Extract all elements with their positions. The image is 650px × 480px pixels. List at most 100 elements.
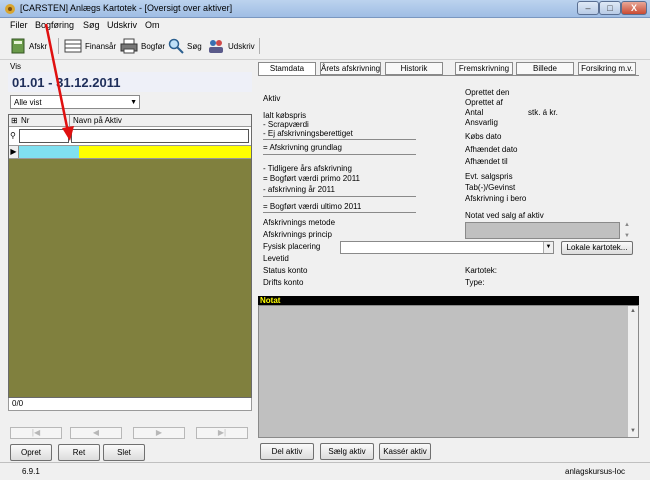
scroll-down-icon[interactable]: ▼ [624, 233, 630, 239]
divider [263, 139, 416, 140]
calculator-icon [11, 38, 25, 54]
label-afskr-metode: Afskrivnings metode [263, 218, 336, 227]
notat-salg-field[interactable] [465, 222, 620, 239]
close-button[interactable]: X [621, 1, 647, 15]
soeg-button[interactable]: Søg [168, 37, 202, 55]
chevron-down-icon: ▼ [130, 99, 137, 106]
label-afskr-bero: Afskrivning i bero [465, 194, 527, 203]
label-ej-afskr: - Ej afskrivningsberettiget [263, 129, 353, 138]
people-icon [209, 40, 223, 53]
label-afhaendet-dato: Afhændet dato [465, 145, 518, 154]
fysisk-placering-dropdown[interactable] [340, 241, 554, 254]
opret-button[interactable]: Opret [10, 444, 52, 461]
label-bogfort-ultimo: = Bogført værdi ultimo 2011 [263, 202, 362, 211]
udskriv-button[interactable]: Udskriv [207, 37, 255, 55]
notat-header: Notat [258, 296, 639, 305]
menu-om[interactable]: Om [145, 20, 160, 30]
bogfor-label: Bogfør [141, 41, 166, 51]
label-afhaendet-til: Afhændet til [465, 157, 508, 166]
label-oprettet-af: Oprettet af [465, 98, 503, 107]
label-tidl-afskr: - Tidligere års afskrivning [263, 164, 352, 173]
scroll-up-icon[interactable]: ▲ [630, 308, 636, 314]
soeg-label: Søg [187, 41, 202, 51]
asset-grid[interactable]: ⊞ Nr Navn på Aktiv ⚲ ▶ [8, 114, 252, 398]
tab-forsikring[interactable]: Forsikring m.v. [578, 62, 636, 75]
tab-historik[interactable]: Historik [385, 62, 443, 75]
title-bar: [CARSTEN] Anlægs Kartotek - [Oversigt ov… [0, 0, 650, 18]
nav-last-button[interactable]: ▶| [196, 427, 248, 439]
filter-value: Alle vist [14, 98, 42, 107]
label-stk: stk. á kr. [528, 108, 558, 117]
filter-input-navn[interactable] [71, 129, 249, 143]
maximize-button[interactable]: □ [599, 1, 621, 15]
label-bogfort-primo: = Bogført værdi primo 2011 [263, 174, 361, 183]
menu-filer[interactable]: Filer [10, 20, 28, 30]
version-text: 6.9.1 [22, 467, 40, 476]
divider [263, 196, 416, 197]
bogfor-button[interactable]: Bogfør [120, 37, 165, 55]
status-bar: 6.9.1 anlagskursus-loc [0, 462, 650, 480]
tab-stamdata[interactable]: Stamdata [258, 62, 316, 76]
slet-button[interactable]: Slet [103, 444, 145, 461]
search-icon [168, 38, 184, 54]
label-kobspris: Ialt købspris [263, 111, 307, 120]
finansaar-label: Finansår [85, 41, 117, 51]
tab-fremskrivning[interactable]: Fremskrivning [455, 62, 513, 75]
chevron-down-icon[interactable]: ▼ [543, 242, 553, 253]
minimize-button[interactable]: – [577, 1, 599, 15]
window-title: [CARSTEN] Anlægs Kartotek - [Oversigt ov… [20, 3, 233, 13]
table-row[interactable]: ▶ [9, 146, 251, 159]
label-kartotek: Kartotek: [465, 266, 498, 275]
label-type: Type: [465, 278, 485, 287]
lokale-kartotek-button[interactable]: Lokale kartotek... [561, 241, 633, 255]
app-icon [5, 4, 15, 14]
label-aktiv: Aktiv [263, 94, 281, 103]
grid-corner-icon: ⊞ [11, 116, 18, 125]
notat-scrollbar[interactable]: ▲ ▼ [628, 306, 638, 437]
ret-button[interactable]: Ret [58, 444, 100, 461]
scroll-down-icon[interactable]: ▼ [630, 428, 636, 434]
label-oprettet-den: Oprettet den [465, 88, 510, 97]
cell-navn[interactable] [79, 146, 251, 158]
label-scrapvaerdi: - Scrapværdi [263, 120, 309, 129]
label-fysisk: Fysisk placering [263, 242, 321, 251]
divider [263, 154, 416, 155]
label-salgspris: Evt. salgspris [465, 172, 513, 181]
column-header-nr[interactable]: Nr [21, 116, 29, 125]
divider [263, 212, 416, 213]
saelg-aktiv-button[interactable]: Sælg aktiv [320, 443, 374, 460]
cell-nr[interactable] [19, 146, 79, 158]
menu-bar: Filer Bogføring Søg Udskriv Om [0, 18, 650, 33]
kasser-aktiv-button[interactable]: Kassér aktiv [379, 443, 431, 460]
label-tab-gevinst: Tab(-)/Gevinst [465, 183, 516, 192]
label-antal: Antal [465, 108, 484, 117]
label-ansvarlig: Ansvarlig [465, 118, 498, 127]
label-drifts-konto: Drifts konto [263, 278, 304, 287]
label-afskr-aar: - afskrivning år 2011 [263, 185, 335, 194]
stamdata-panel [258, 75, 639, 293]
nav-prev-button[interactable]: ◀ [70, 427, 122, 439]
toolbar-separator [259, 38, 260, 54]
menu-udskriv[interactable]: Udskriv [107, 20, 137, 30]
del-aktiv-button[interactable]: Del aktiv [260, 443, 314, 460]
label-afskr-grundlag: = Afskrivning grundlag [263, 143, 342, 152]
database-text: anlagskursus-loc [565, 467, 626, 476]
label-kobs-dato: Købs dato [465, 132, 502, 141]
nav-next-button[interactable]: ▶ [133, 427, 185, 439]
nav-first-button[interactable]: |◀ [10, 427, 62, 439]
row-selector-icon: ▶ [9, 146, 19, 158]
notat-textarea[interactable] [258, 305, 639, 438]
label-notat-salg: Notat ved salg af aktiv [465, 211, 544, 220]
toolbar: Afskr Finansår Bogfør Søg Udskriv [0, 33, 650, 60]
label-status-konto: Status konto [263, 266, 308, 275]
column-header-navn[interactable]: Navn på Aktiv [73, 116, 122, 125]
label-afskr-princip: Afskrivnings princip [263, 230, 332, 239]
tab-aarets-afskrivning[interactable]: Årets afskrivning [320, 62, 381, 75]
tab-billede[interactable]: Billede [516, 62, 574, 75]
binoculars-icon: ⚲ [10, 131, 16, 140]
annotation-arrow-icon [44, 23, 74, 141]
menu-soeg[interactable]: Søg [83, 20, 100, 30]
vis-label: Vis [10, 62, 21, 71]
record-counter: 0/0 [8, 398, 252, 411]
scroll-up-icon[interactable]: ▲ [624, 222, 630, 228]
